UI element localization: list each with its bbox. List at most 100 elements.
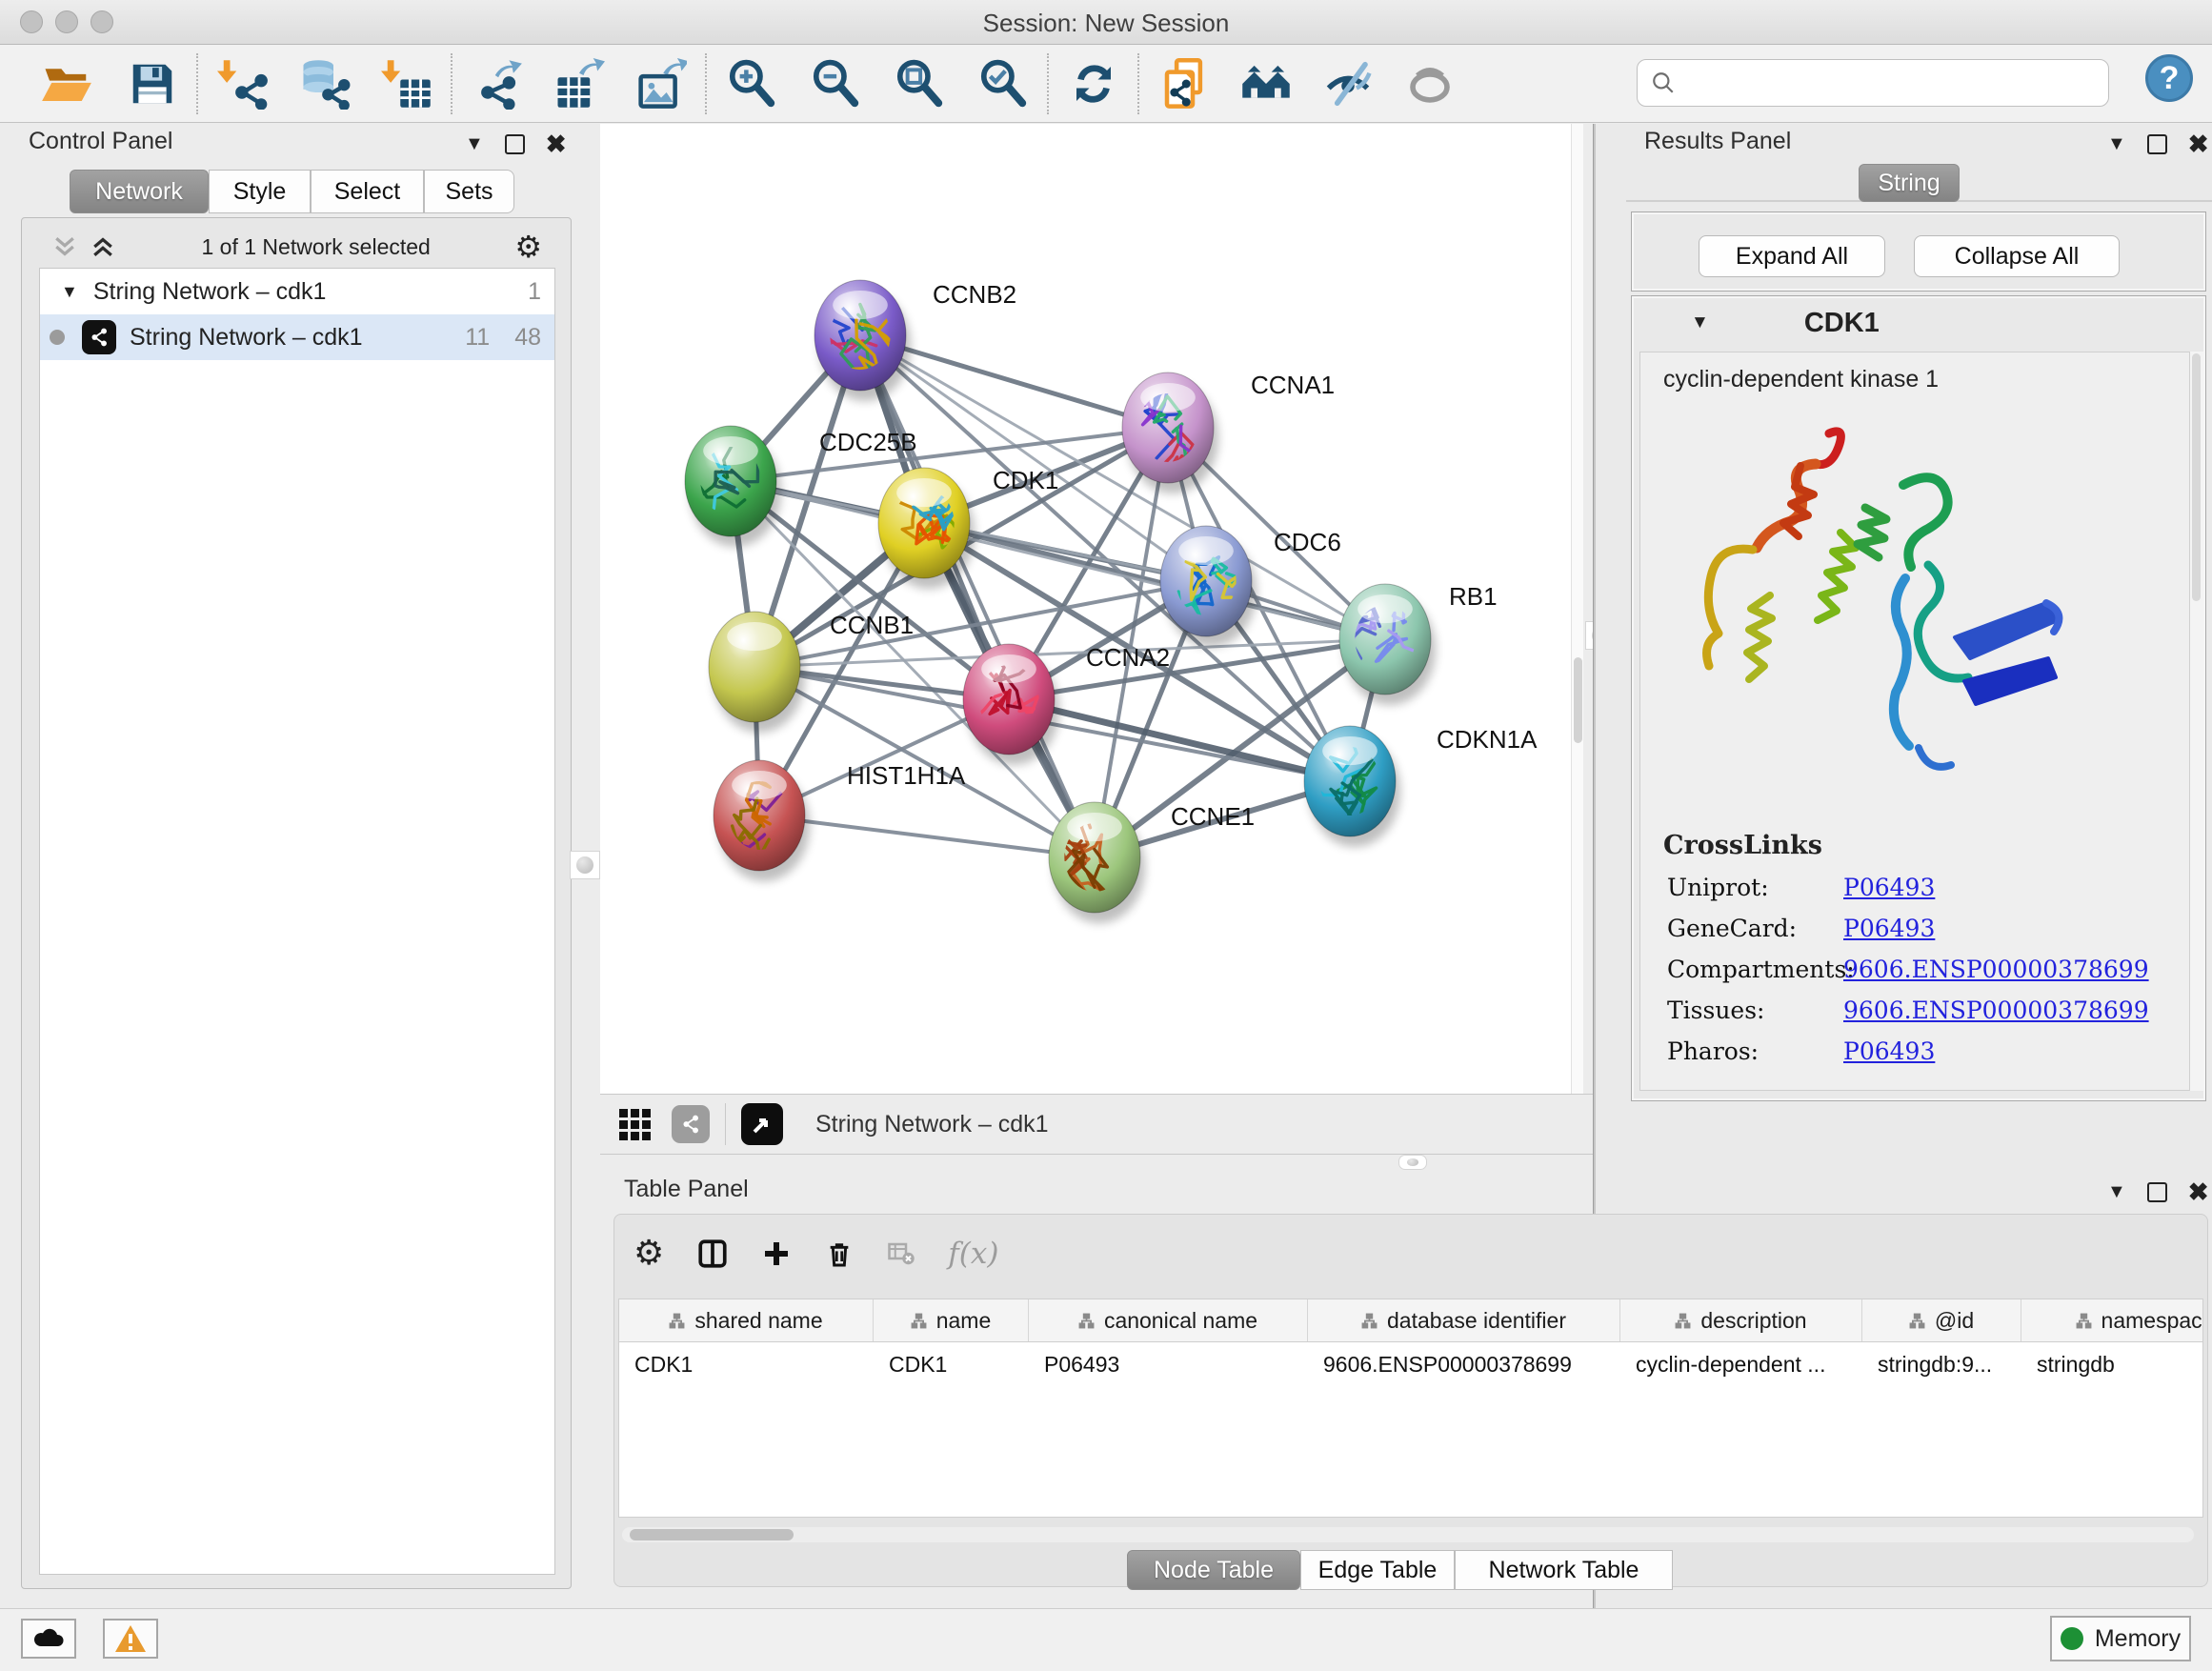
network-badge-icon[interactable] xyxy=(672,1105,710,1143)
show-columns-icon[interactable] xyxy=(696,1238,729,1270)
tab-node-table[interactable]: Node Table xyxy=(1127,1550,1300,1590)
panel-menu-icon[interactable]: ▼ xyxy=(2107,1181,2126,1203)
import-database-icon[interactable] xyxy=(296,55,353,112)
network-options-gear-icon[interactable]: ⚙ xyxy=(514,229,542,265)
delete-column-icon[interactable] xyxy=(824,1238,855,1269)
help-button[interactable]: ? xyxy=(2145,54,2193,102)
hide-unhide-icon[interactable] xyxy=(1319,55,1377,112)
zoom-out-icon[interactable] xyxy=(807,55,864,112)
tab-style[interactable]: Style xyxy=(209,170,311,213)
column-header-description[interactable]: description xyxy=(1620,1299,1862,1341)
table-options-gear-icon[interactable]: ⚙ xyxy=(633,1234,664,1273)
table-hscrollbar[interactable] xyxy=(622,1527,2194,1542)
expand-all-icon[interactable] xyxy=(89,232,117,261)
column-header-shared-name[interactable]: shared name xyxy=(619,1299,874,1341)
search-icon xyxy=(1651,70,1676,95)
panel-menu-icon[interactable]: ▼ xyxy=(2107,133,2126,155)
table-panel-controls: ▼ ✖ xyxy=(2107,1178,2209,1207)
table-cell[interactable]: 9606.ENSP00000378699 xyxy=(1308,1342,1620,1386)
show-grid-icon[interactable] xyxy=(619,1109,651,1140)
bottom-splitter-handle[interactable] xyxy=(1398,1155,1427,1170)
tab-string-results[interactable]: String xyxy=(1859,164,1960,202)
collapse-all-button[interactable]: Collapse All xyxy=(1914,235,2120,277)
table-tabs: Node TableEdge TableNetwork Table xyxy=(1127,1550,1673,1590)
table-cell[interactable]: P06493 xyxy=(1029,1342,1308,1386)
crosslink-link[interactable]: P06493 xyxy=(1843,1037,1935,1065)
left-splitter-handle[interactable] xyxy=(570,851,600,879)
import-network-icon[interactable] xyxy=(214,55,271,112)
table-row[interactable]: CDK1CDK1P064939606.ENSP00000378699cyclin… xyxy=(619,1342,2202,1386)
search-field[interactable] xyxy=(1637,59,2109,107)
crosslink-link[interactable]: P06493 xyxy=(1843,915,1935,942)
search-input[interactable] xyxy=(1676,69,2080,97)
refresh-icon[interactable] xyxy=(1065,55,1122,112)
zoom-fit-icon[interactable] xyxy=(891,55,948,112)
column-header-canonical-name[interactable]: canonical name xyxy=(1029,1299,1308,1341)
string-home-icon[interactable] xyxy=(1237,55,1295,112)
collapse-section-icon[interactable]: ▼ xyxy=(1691,312,1709,333)
string-network-graph[interactable]: CCNB2CCNA1CDC25BCDK1CDC6RB1CCNB1CCNA2CDK… xyxy=(600,124,1583,1094)
crosslink-link[interactable]: 9606.ENSP00000378699 xyxy=(1843,956,2149,983)
tab-edge-table[interactable]: Edge Table xyxy=(1300,1550,1455,1590)
float-panel-icon[interactable] xyxy=(2147,1182,2167,1202)
warnings-button[interactable] xyxy=(103,1619,158,1659)
crosslink-row: Tissues:9606.ENSP00000378699 xyxy=(1667,997,2197,1024)
memory-button[interactable]: Memory xyxy=(2050,1616,2191,1661)
results-panel-title: Results Panel xyxy=(1644,128,1791,155)
table-cell[interactable]: cyclin-dependent ... xyxy=(1620,1342,1862,1386)
export-network-icon[interactable] xyxy=(469,55,526,112)
node-table-header[interactable]: shared namenamecanonical namedatabase id… xyxy=(619,1299,2202,1342)
duplicate-network-icon[interactable] xyxy=(1156,55,1213,112)
svg-text:CCNB1: CCNB1 xyxy=(830,611,914,639)
crosslinks-list: Uniprot:P06493GeneCard:P06493Compartment… xyxy=(1640,874,2197,1065)
crosslink-link[interactable]: P06493 xyxy=(1843,874,1935,901)
close-panel-icon[interactable]: ✖ xyxy=(2188,130,2209,159)
network-collection-row[interactable]: ▼ String Network – cdk1 1 xyxy=(40,269,554,314)
column-header-database-identifier[interactable]: database identifier xyxy=(1308,1299,1620,1341)
zoom-in-icon[interactable] xyxy=(723,55,780,112)
column-header-name[interactable]: name xyxy=(874,1299,1029,1341)
expand-all-button[interactable]: Expand All xyxy=(1699,235,1885,277)
export-image-icon[interactable] xyxy=(633,55,690,112)
node-table[interactable]: shared namenamecanonical namedatabase id… xyxy=(618,1299,2203,1518)
open-session-icon[interactable] xyxy=(38,55,95,112)
table-cell[interactable]: CDK1 xyxy=(619,1342,874,1386)
eye-icon[interactable] xyxy=(1401,55,1458,112)
crosslink-link[interactable]: 9606.ENSP00000378699 xyxy=(1843,997,2149,1024)
network-row[interactable]: String Network – cdk1 11 48 xyxy=(40,314,554,360)
collapse-triangle-icon[interactable]: ▼ xyxy=(61,282,78,302)
cloud-button[interactable] xyxy=(21,1619,76,1659)
zoom-selected-icon[interactable] xyxy=(975,55,1032,112)
tab-sets[interactable]: Sets xyxy=(424,170,514,213)
float-panel-icon[interactable] xyxy=(505,134,525,154)
panel-menu-icon[interactable]: ▼ xyxy=(465,133,484,155)
svg-text:CDC25B: CDC25B xyxy=(819,428,917,456)
column-header--id[interactable]: @id xyxy=(1862,1299,2021,1341)
results-vscrollbar[interactable] xyxy=(2189,352,2203,1091)
tab-select[interactable]: Select xyxy=(311,170,424,213)
svg-text:CDK1: CDK1 xyxy=(993,466,1058,494)
export-table-icon[interactable] xyxy=(551,55,608,112)
column-header-namespace[interactable]: namespace xyxy=(2021,1299,2203,1341)
birds-eye-view-icon[interactable] xyxy=(741,1103,783,1145)
svg-text:CCNB2: CCNB2 xyxy=(933,280,1016,309)
tab-network-table[interactable]: Network Table xyxy=(1455,1550,1673,1590)
control-panel-controls: ▼ ✖ xyxy=(465,130,567,159)
network-view-canvas[interactable]: CCNB2CCNA1CDC25BCDK1CDC6RB1CCNB1CCNA2CDK… xyxy=(600,124,1583,1094)
canvas-vscrollbar[interactable] xyxy=(1571,124,1583,1094)
close-panel-icon[interactable]: ✖ xyxy=(2188,1178,2209,1207)
node-table-body[interactable]: CDK1CDK1P064939606.ENSP00000378699cyclin… xyxy=(619,1342,2202,1386)
table-cell[interactable]: stringdb xyxy=(2021,1342,2203,1386)
table-cell[interactable]: CDK1 xyxy=(874,1342,1029,1386)
add-column-icon[interactable] xyxy=(761,1238,792,1269)
save-session-icon[interactable] xyxy=(124,55,181,112)
collapse-all-icon[interactable] xyxy=(50,232,79,261)
toolbar-separator xyxy=(705,53,708,114)
close-panel-icon[interactable]: ✖ xyxy=(546,130,567,159)
float-panel-icon[interactable] xyxy=(2147,134,2167,154)
network-list-box: 1 of 1 Network selected ⚙ ▼ String Netwo… xyxy=(21,217,572,1589)
tab-network[interactable]: Network xyxy=(70,170,209,213)
table-cell[interactable]: stringdb:9... xyxy=(1862,1342,2021,1386)
graph-node-CDK1: CDK1 xyxy=(878,466,1058,589)
import-table-icon[interactable] xyxy=(378,55,435,112)
